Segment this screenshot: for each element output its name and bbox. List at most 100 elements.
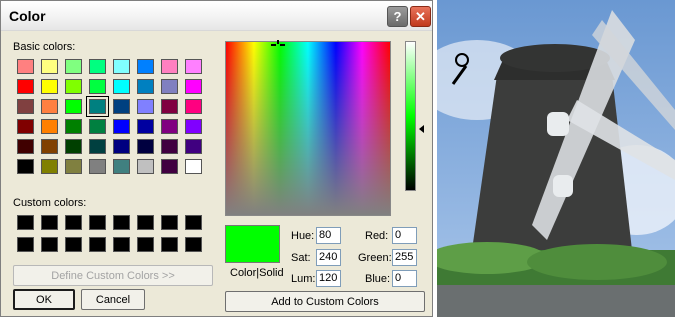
- add-to-custom-colors-label: Add to Custom Colors: [271, 295, 379, 308]
- basic-color-swatch[interactable]: [161, 59, 178, 74]
- basic-color-swatch[interactable]: [137, 99, 154, 114]
- title-bar: Color ? ✕: [1, 1, 432, 31]
- custom-color-swatch[interactable]: [185, 215, 202, 230]
- basic-color-swatch[interactable]: [65, 119, 82, 134]
- basic-color-swatch[interactable]: [113, 119, 130, 134]
- custom-color-swatch[interactable]: [65, 215, 82, 230]
- basic-color-swatch[interactable]: [17, 139, 34, 154]
- basic-color-swatch[interactable]: [137, 119, 154, 134]
- basic-color-swatch[interactable]: [161, 99, 178, 114]
- basic-color-swatch[interactable]: [113, 99, 130, 114]
- custom-color-swatch[interactable]: [41, 215, 58, 230]
- basic-color-swatch[interactable]: [41, 119, 58, 134]
- basic-color-swatch[interactable]: [89, 79, 106, 94]
- basic-colors-label: Basic colors:: [13, 41, 76, 53]
- custom-color-swatch[interactable]: [113, 215, 130, 230]
- basic-color-swatch[interactable]: [41, 59, 58, 74]
- basic-color-swatch[interactable]: [89, 119, 106, 134]
- custom-color-swatch[interactable]: [65, 237, 82, 252]
- custom-color-swatch[interactable]: [113, 237, 130, 252]
- sat-field[interactable]: 240: [316, 249, 341, 266]
- basic-color-swatch[interactable]: [137, 79, 154, 94]
- basic-color-swatch[interactable]: [65, 79, 82, 94]
- basic-color-swatch[interactable]: [41, 139, 58, 154]
- define-custom-colors-button[interactable]: Define Custom Colors >>: [13, 265, 213, 286]
- custom-color-swatch[interactable]: [89, 237, 106, 252]
- color-solid-label: Color|Solid: [230, 267, 284, 279]
- windmill-photo: [437, 0, 675, 317]
- basic-color-swatch[interactable]: [185, 139, 202, 154]
- custom-color-swatch[interactable]: [185, 237, 202, 252]
- basic-color-swatch[interactable]: [17, 119, 34, 134]
- basic-color-swatch[interactable]: [17, 59, 34, 74]
- close-button[interactable]: ✕: [410, 6, 431, 27]
- custom-color-swatch[interactable]: [137, 215, 154, 230]
- basic-color-swatch[interactable]: [161, 159, 178, 174]
- custom-colors-label: Custom colors:: [13, 197, 87, 209]
- crosshair-icon: [271, 40, 285, 46]
- basic-color-swatch[interactable]: [17, 99, 34, 114]
- blue-field[interactable]: 0: [392, 270, 417, 287]
- lum-field[interactable]: 120: [316, 270, 341, 287]
- basic-color-swatch[interactable]: [65, 139, 82, 154]
- basic-color-swatch[interactable]: [137, 159, 154, 174]
- sat-label: Sat:: [291, 252, 311, 264]
- basic-color-swatch[interactable]: [113, 59, 130, 74]
- red-field[interactable]: 0: [392, 227, 417, 244]
- luminance-arrow-icon[interactable]: [419, 125, 424, 133]
- basic-color-swatch[interactable]: [137, 139, 154, 154]
- basic-color-swatch[interactable]: [137, 59, 154, 74]
- basic-color-swatch[interactable]: [185, 79, 202, 94]
- color-preview: [225, 225, 280, 263]
- basic-color-swatch[interactable]: [185, 59, 202, 74]
- add-to-custom-colors-button[interactable]: Add to Custom Colors: [225, 291, 425, 312]
- basic-color-swatch[interactable]: [41, 79, 58, 94]
- custom-color-swatch[interactable]: [161, 215, 178, 230]
- help-button[interactable]: ?: [387, 6, 408, 27]
- green-label: Green:: [358, 252, 392, 264]
- basic-color-swatch[interactable]: [41, 99, 58, 114]
- basic-color-swatch[interactable]: [113, 159, 130, 174]
- help-icon: ?: [393, 9, 402, 24]
- custom-color-swatch[interactable]: [137, 237, 154, 252]
- eyedropper-icon: [451, 40, 467, 64]
- custom-color-swatch[interactable]: [41, 237, 58, 252]
- color-spectrum[interactable]: [225, 41, 391, 216]
- red-label: Red:: [365, 230, 389, 242]
- basic-color-swatch[interactable]: [185, 119, 202, 134]
- basic-color-swatch[interactable]: [65, 159, 82, 174]
- basic-color-swatch[interactable]: [161, 139, 178, 154]
- basic-color-swatch[interactable]: [41, 159, 58, 174]
- basic-color-swatch[interactable]: [185, 159, 202, 174]
- basic-color-swatch[interactable]: [161, 119, 178, 134]
- dialog-title: Color: [9, 8, 46, 24]
- custom-color-swatch[interactable]: [89, 215, 106, 230]
- basic-color-swatch[interactable]: [65, 59, 82, 74]
- basic-color-swatch[interactable]: [89, 159, 106, 174]
- green-field[interactable]: 255: [392, 249, 417, 266]
- basic-color-swatch[interactable]: [113, 139, 130, 154]
- cancel-label: Cancel: [95, 293, 131, 306]
- basic-color-swatch[interactable]: [113, 79, 130, 94]
- custom-color-swatch[interactable]: [161, 237, 178, 252]
- cancel-button[interactable]: Cancel: [81, 289, 145, 310]
- hue-field[interactable]: 80: [316, 227, 341, 244]
- hue-label: Hue:: [291, 230, 315, 242]
- color-dialog: Color ? ✕ Basic colors: Custom colors: D…: [0, 0, 433, 317]
- basic-color-swatch[interactable]: [185, 99, 202, 114]
- close-icon: ✕: [415, 8, 426, 24]
- luminance-slider[interactable]: [405, 41, 416, 191]
- basic-color-swatch[interactable]: [65, 99, 82, 114]
- blue-label: Blue:: [365, 273, 391, 285]
- basic-color-swatch[interactable]: [86, 96, 109, 117]
- basic-color-swatch[interactable]: [17, 79, 34, 94]
- basic-color-swatch[interactable]: [17, 159, 34, 174]
- basic-color-swatch[interactable]: [89, 59, 106, 74]
- basic-color-swatch[interactable]: [89, 139, 106, 154]
- basic-color-swatch[interactable]: [161, 79, 178, 94]
- custom-color-swatch[interactable]: [17, 215, 34, 230]
- ok-button[interactable]: OK: [13, 289, 75, 310]
- define-custom-colors-label: Define Custom Colors >>: [51, 269, 175, 282]
- custom-color-swatch[interactable]: [17, 237, 34, 252]
- lum-label: Lum:: [291, 273, 316, 285]
